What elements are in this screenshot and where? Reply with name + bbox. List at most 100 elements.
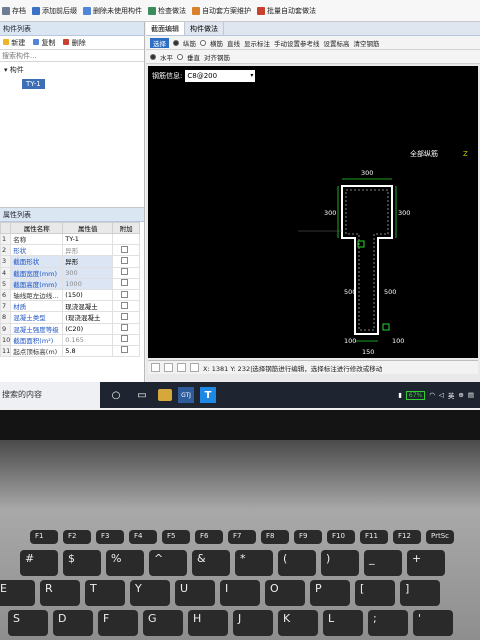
key[interactable]: L	[323, 610, 363, 636]
component-search-input[interactable]: 搜索构件...	[0, 50, 144, 62]
tree-root[interactable]: ▾ 构件	[4, 65, 140, 75]
new-button[interactable]: 新建	[3, 38, 25, 48]
horizontal-radio[interactable]	[150, 53, 156, 60]
key[interactable]: F11	[360, 530, 388, 544]
key[interactable]: ;	[368, 610, 408, 636]
dim-right-low[interactable]: 100	[392, 337, 404, 345]
dim-bottom[interactable]: 150	[362, 348, 374, 356]
key[interactable]: O	[265, 580, 305, 606]
line-tool[interactable]: 直线	[227, 38, 240, 48]
select-tool[interactable]: 选择	[150, 37, 169, 48]
key[interactable]: F1	[30, 530, 58, 544]
snap-toggle-3[interactable]	[177, 363, 186, 372]
toolbar-add-prefix[interactable]: 添加前后缀	[32, 6, 77, 16]
dim-left-upper[interactable]: 300	[324, 209, 336, 217]
toolbar-save[interactable]: 存档	[2, 6, 26, 16]
extra-checkbox[interactable]	[121, 324, 129, 332]
tab-section-edit[interactable]: 截面编辑	[146, 22, 185, 35]
extra-checkbox[interactable]	[121, 335, 129, 343]
key[interactable]: F5	[162, 530, 190, 544]
key[interactable]: K	[278, 610, 318, 636]
t-app-icon[interactable]: T	[200, 387, 216, 403]
extra-checkbox[interactable]	[121, 301, 129, 309]
ref-line-tool[interactable]: 手动设置参考线	[274, 38, 320, 48]
clear-rebar-tool[interactable]: 清空钢筋	[354, 38, 380, 48]
property-value[interactable]: (现浇混凝土	[62, 311, 114, 324]
extra-checkbox[interactable]	[121, 312, 129, 320]
snap-toggle-4[interactable]	[190, 363, 199, 372]
property-row[interactable]: 6 轴线距左边线... (150)	[0, 288, 140, 302]
key[interactable]: (	[278, 550, 316, 576]
property-value[interactable]: 异形	[62, 255, 114, 268]
property-value[interactable]: 现浇混凝土	[62, 300, 114, 313]
key[interactable]: R	[40, 580, 80, 606]
align-rebar-button[interactable]: 对齐钢筋	[204, 52, 230, 62]
key[interactable]: F2	[63, 530, 91, 544]
transverse-radio[interactable]	[200, 39, 206, 46]
key[interactable]: F6	[195, 530, 223, 544]
language-icon[interactable]: 英	[448, 390, 455, 400]
key[interactable]: PrtSc	[426, 530, 454, 544]
dim-left-low[interactable]: 100	[344, 337, 356, 345]
property-value[interactable]: 5.8	[62, 344, 114, 358]
key[interactable]: H	[188, 610, 228, 636]
network-icon[interactable]: ◠	[429, 391, 435, 399]
key[interactable]: F3	[96, 530, 124, 544]
key[interactable]: F10	[327, 530, 355, 544]
property-value[interactable]: (150)	[62, 288, 114, 302]
key[interactable]: E	[0, 580, 35, 606]
set-elevation-tool[interactable]: 设置标高	[324, 38, 350, 48]
extra-checkbox[interactable]	[121, 346, 129, 354]
property-row[interactable]: 10 截面面积(m²) 0.165	[0, 333, 140, 346]
key[interactable]: )	[321, 550, 359, 576]
delete-button[interactable]: 删除	[63, 38, 86, 48]
key[interactable]: $	[63, 550, 101, 576]
property-row[interactable]: 1 名称 TY-1	[0, 232, 140, 246]
key[interactable]: F7	[228, 530, 256, 544]
key[interactable]: ^	[149, 550, 187, 576]
extra-checkbox[interactable]	[121, 256, 129, 264]
key[interactable]: G	[143, 610, 183, 636]
property-value[interactable]: 300	[62, 266, 114, 279]
dim-right-upper[interactable]: 300	[398, 209, 410, 217]
key[interactable]: F12	[393, 530, 421, 544]
collapse-icon[interactable]: ▾	[4, 66, 8, 74]
key[interactable]: F9	[294, 530, 322, 544]
extra-checkbox[interactable]	[121, 290, 129, 298]
property-row[interactable]: 4 截面宽度(mm) 300	[0, 266, 140, 279]
property-row[interactable]: 7 材质 现浇混凝土	[0, 300, 140, 313]
property-value[interactable]: 0.165	[62, 333, 114, 346]
key[interactable]: #	[20, 550, 58, 576]
key[interactable]: F4	[129, 530, 157, 544]
key[interactable]: [	[355, 580, 395, 606]
task-view-icon[interactable]: ▭	[132, 385, 152, 405]
key[interactable]: %	[106, 550, 144, 576]
section-canvas[interactable]: 钢筋信息: C8@200 ▾ 全部纵筋 Z 300 300 300 500 50…	[148, 66, 478, 358]
taskbar-search[interactable]: 搜索的内容	[0, 382, 100, 408]
property-value[interactable]: 异形	[62, 244, 114, 257]
key[interactable]: +	[407, 550, 445, 576]
vertical-radio[interactable]	[177, 53, 183, 60]
key[interactable]: I	[220, 580, 260, 606]
property-row[interactable]: 8 混凝土类型 (现浇混凝土	[0, 311, 140, 324]
globe-icon[interactable]: ⊕	[458, 391, 463, 399]
property-row[interactable]: 5 截面高度(mm) 1000	[0, 277, 140, 290]
key[interactable]: S	[8, 610, 48, 636]
property-row[interactable]: 9 混凝土强度等级 (C20)	[0, 322, 140, 335]
copy-button[interactable]: 复制	[33, 38, 55, 48]
toolbar-batch-auto[interactable]: 批量自动套做法	[257, 6, 316, 16]
notification-icon[interactable]: ▤	[468, 391, 474, 399]
extra-checkbox[interactable]	[121, 245, 129, 253]
battery-icon[interactable]: ▮	[398, 391, 402, 399]
tab-component-method[interactable]: 构件做法	[185, 22, 224, 35]
rebar-marker-low[interactable]	[382, 323, 390, 331]
key[interactable]: Y	[130, 580, 170, 606]
key[interactable]: U	[175, 580, 215, 606]
cortana-icon[interactable]: ○	[106, 385, 126, 405]
longitudinal-radio[interactable]	[173, 39, 179, 46]
key[interactable]: D	[53, 610, 93, 636]
key[interactable]: *	[235, 550, 273, 576]
dim-top[interactable]: 300	[361, 169, 373, 177]
key[interactable]: '	[413, 610, 453, 636]
key[interactable]: &	[192, 550, 230, 576]
